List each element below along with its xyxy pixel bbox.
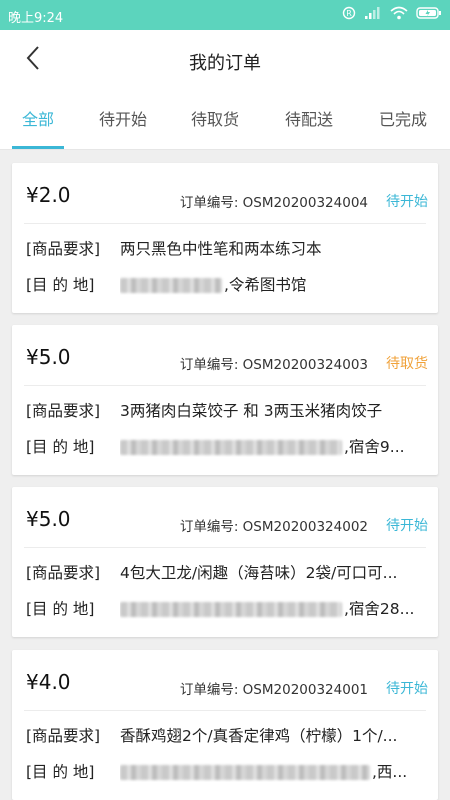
order-number: 订单编号: OSM20200324004 [179, 195, 368, 211]
order-number: 订单编号: OSM20200324003 [179, 357, 368, 373]
alarm-icon: R [342, 6, 356, 24]
order-card[interactable]: ¥2.0 订单编号: OSM20200324004 待开始 [商品要求] 两只黑… [12, 163, 438, 313]
goods-label: [商品要求] [26, 402, 101, 420]
destination-label: [目 的 地] [26, 600, 95, 618]
goods-label: [商品要求] [26, 727, 101, 745]
order-price: ¥5.0 [26, 507, 71, 531]
destination-value: ,西... [120, 760, 426, 782]
redacted-address [120, 765, 370, 780]
battery-icon [416, 6, 442, 24]
order-status: 待开始 [386, 194, 428, 210]
order-price: ¥4.0 [26, 670, 71, 694]
tab-pending-start[interactable]: 待开始 [88, 90, 158, 150]
active-tab-indicator [12, 146, 64, 149]
order-number: 订单编号: OSM20200324002 [179, 519, 368, 535]
divider [24, 547, 426, 548]
destination-visible-text: ,西... [372, 763, 408, 781]
divider [24, 385, 426, 386]
destination-value: ,令希图书馆 [120, 273, 426, 295]
order-price: ¥5.0 [26, 345, 71, 369]
svg-text:R: R [346, 9, 352, 18]
destination-label: [目 的 地] [26, 763, 95, 781]
order-status: 待开始 [386, 681, 428, 697]
goods-label: [商品要求] [26, 564, 101, 582]
destination-label: [目 的 地] [26, 276, 95, 294]
goods-value: 4包大卫龙/闲趣（海苔味）2袋/可口可... [120, 564, 398, 582]
wifi-icon [390, 6, 408, 24]
status-bar: 晚上9:24 R [0, 0, 450, 30]
goods-value: 3两猪肉白菜饺子 和 3两玉米猪肉饺子 [120, 402, 383, 420]
destination-value: ,宿舍28... [120, 597, 426, 619]
order-status: 待开始 [386, 518, 428, 534]
order-card[interactable]: ¥5.0 订单编号: OSM20200324003 待取货 [商品要求] 3两猪… [12, 325, 438, 475]
status-icons: R [342, 6, 442, 24]
order-status: 待取货 [386, 356, 428, 372]
order-number: 订单编号: OSM20200324001 [179, 682, 368, 698]
divider [24, 710, 426, 711]
destination-visible-text: ,宿舍9... [344, 438, 405, 456]
tab-completed[interactable]: 已完成 [366, 90, 440, 150]
header: 我的订单 [0, 30, 450, 90]
signal-icon [364, 6, 382, 24]
goods-value: 香酥鸡翅2个/真香定律鸡（柠檬）1个/... [120, 727, 398, 745]
order-price: ¥2.0 [26, 183, 71, 207]
divider [24, 223, 426, 224]
redacted-address [120, 278, 222, 293]
destination-visible-text: ,令希图书馆 [224, 276, 307, 294]
destination-value: ,宿舍9... [120, 435, 426, 457]
destination-visible-text: ,宿舍28... [344, 600, 415, 618]
tab-pending-pickup[interactable]: 待取货 [180, 90, 250, 150]
order-card[interactable]: ¥4.0 订单编号: OSM20200324001 待开始 [商品要求] 香酥鸡… [12, 650, 438, 800]
tab-all[interactable]: 全部 [12, 90, 64, 150]
destination-label: [目 的 地] [26, 438, 95, 456]
goods-label: [商品要求] [26, 240, 101, 258]
tab-pending-delivery[interactable]: 待配送 [274, 90, 344, 150]
tab-bar: 全部 待开始 待取货 待配送 已完成 [0, 90, 450, 150]
goods-value: 两只黑色中性笔和两本练习本 [120, 240, 322, 258]
redacted-address [120, 602, 342, 617]
status-time: 晚上9:24 [8, 11, 64, 26]
order-card[interactable]: ¥5.0 订单编号: OSM20200324002 待开始 [商品要求] 4包大… [12, 487, 438, 637]
page-title: 我的订单 [189, 53, 261, 74]
redacted-address [120, 440, 342, 455]
